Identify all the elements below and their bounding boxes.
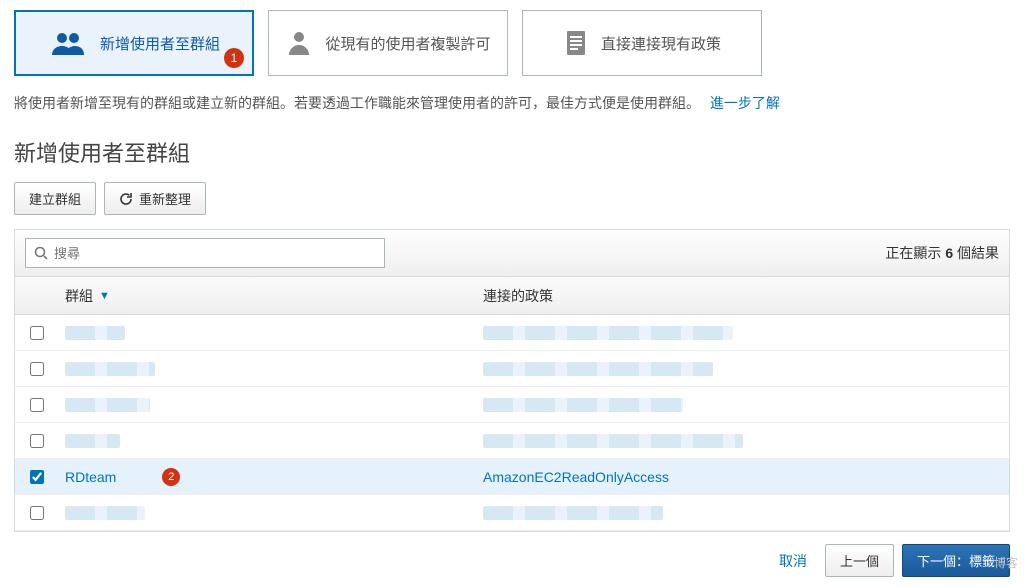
row-checkbox[interactable] bbox=[30, 398, 44, 412]
policy-cell bbox=[477, 434, 1009, 448]
cancel-button[interactable]: 取消 bbox=[769, 545, 817, 577]
description-text: 將使用者新增至現有的群組或建立新的群組。若要透過工作職能來管理使用者的許可，最佳… bbox=[14, 92, 1010, 114]
table-header: 群組 ▼ 連接的政策 bbox=[15, 277, 1009, 315]
tab-label: 直接連接現有政策 bbox=[601, 33, 721, 54]
row-checkbox-cell bbox=[15, 398, 59, 412]
description-body: 將使用者新增至現有的群組或建立新的群組。若要透過工作職能來管理使用者的許可，最佳… bbox=[14, 95, 700, 111]
refresh-button[interactable]: 重新整理 bbox=[104, 182, 206, 215]
row-checkbox[interactable] bbox=[30, 434, 44, 448]
create-group-label: 建立群組 bbox=[29, 189, 81, 208]
row-checkbox-cell bbox=[15, 362, 59, 376]
document-icon bbox=[563, 29, 589, 57]
create-group-button[interactable]: 建立群組 bbox=[14, 182, 96, 215]
table-row[interactable]: RDteam 2 AmazonEC2ReadOnlyAccess bbox=[15, 459, 1009, 495]
table-search-bar: 正在顯示 6 個結果 bbox=[15, 230, 1009, 277]
row-checkbox-cell bbox=[15, 506, 59, 520]
tab-label: 新增使用者至群組 bbox=[100, 33, 220, 54]
table-body: RDteam 2 AmazonEC2ReadOnlyAccess bbox=[15, 315, 1009, 531]
search-box[interactable] bbox=[25, 238, 385, 268]
chevron-down-icon: ▼ bbox=[99, 290, 110, 302]
results-count: 正在顯示 6 個結果 bbox=[885, 243, 999, 263]
policy-cell bbox=[477, 362, 1009, 376]
policy-cell bbox=[477, 326, 1009, 340]
policy-link[interactable]: AmazonEC2ReadOnlyAccess bbox=[483, 469, 669, 485]
policy-column-header[interactable]: 連接的政策 bbox=[477, 286, 1009, 306]
learn-more-link[interactable]: 進一步了解 bbox=[710, 95, 780, 111]
row-checkbox[interactable] bbox=[30, 470, 44, 484]
group-link[interactable]: RDteam bbox=[65, 469, 116, 485]
group-icon bbox=[48, 29, 88, 57]
watermark: 博客 bbox=[994, 554, 1018, 571]
group-cell bbox=[59, 326, 477, 340]
row-checkbox-cell bbox=[15, 326, 59, 340]
wizard-footer: 取消 上一個 下一個：標籤 bbox=[0, 532, 1024, 587]
group-cell bbox=[59, 434, 477, 448]
row-checkbox[interactable] bbox=[30, 506, 44, 520]
group-cell bbox=[59, 506, 477, 520]
search-input[interactable] bbox=[54, 246, 376, 261]
tab-add-user-to-group[interactable]: 新增使用者至群組 1 bbox=[14, 10, 254, 76]
search-icon bbox=[34, 246, 48, 260]
previous-button[interactable]: 上一個 bbox=[825, 544, 894, 577]
group-cell bbox=[59, 398, 477, 412]
table-row[interactable] bbox=[15, 315, 1009, 351]
redacted-group bbox=[65, 326, 125, 340]
row-checkbox-cell bbox=[15, 434, 59, 448]
permission-method-tabs: 新增使用者至群組 1 從現有的使用者複製許可 直接連接現有政策 bbox=[14, 10, 1010, 76]
group-cell bbox=[59, 362, 477, 376]
redacted-policy bbox=[483, 362, 713, 376]
redacted-group bbox=[65, 434, 120, 448]
tab-attach-policy[interactable]: 直接連接現有政策 bbox=[522, 10, 762, 76]
redacted-policy bbox=[483, 434, 743, 448]
table-row[interactable] bbox=[15, 495, 1009, 531]
refresh-icon bbox=[119, 192, 133, 206]
row-checkbox[interactable] bbox=[30, 362, 44, 376]
group-column-header[interactable]: 群組 ▼ bbox=[59, 286, 477, 306]
toolbar: 建立群組 重新整理 bbox=[14, 182, 1010, 215]
policy-cell bbox=[477, 506, 1009, 520]
tab-label: 從現有的使用者複製許可 bbox=[325, 33, 490, 54]
group-cell: RDteam 2 bbox=[59, 468, 477, 486]
redacted-group bbox=[65, 506, 145, 520]
badge-2: 2 bbox=[162, 468, 180, 486]
section-title: 新增使用者至群組 bbox=[14, 136, 1010, 168]
tab-copy-from-user[interactable]: 從現有的使用者複製許可 bbox=[268, 10, 508, 76]
table-row[interactable] bbox=[15, 387, 1009, 423]
table-row[interactable] bbox=[15, 351, 1009, 387]
person-icon bbox=[285, 29, 313, 57]
groups-table: 正在顯示 6 個結果 群組 ▼ 連接的政策 RDteam 2 AmazonEC2Re… bbox=[14, 229, 1010, 532]
redacted-group bbox=[65, 362, 155, 376]
row-checkbox[interactable] bbox=[30, 326, 44, 340]
badge-1: 1 bbox=[224, 48, 244, 68]
policy-cell bbox=[477, 398, 1009, 412]
policy-cell: AmazonEC2ReadOnlyAccess bbox=[477, 469, 1009, 485]
redacted-policy bbox=[483, 398, 683, 412]
redacted-policy bbox=[483, 326, 733, 340]
redacted-policy bbox=[483, 506, 663, 520]
refresh-label: 重新整理 bbox=[139, 189, 191, 208]
table-row[interactable] bbox=[15, 423, 1009, 459]
redacted-group bbox=[65, 398, 150, 412]
row-checkbox-cell bbox=[15, 470, 59, 484]
